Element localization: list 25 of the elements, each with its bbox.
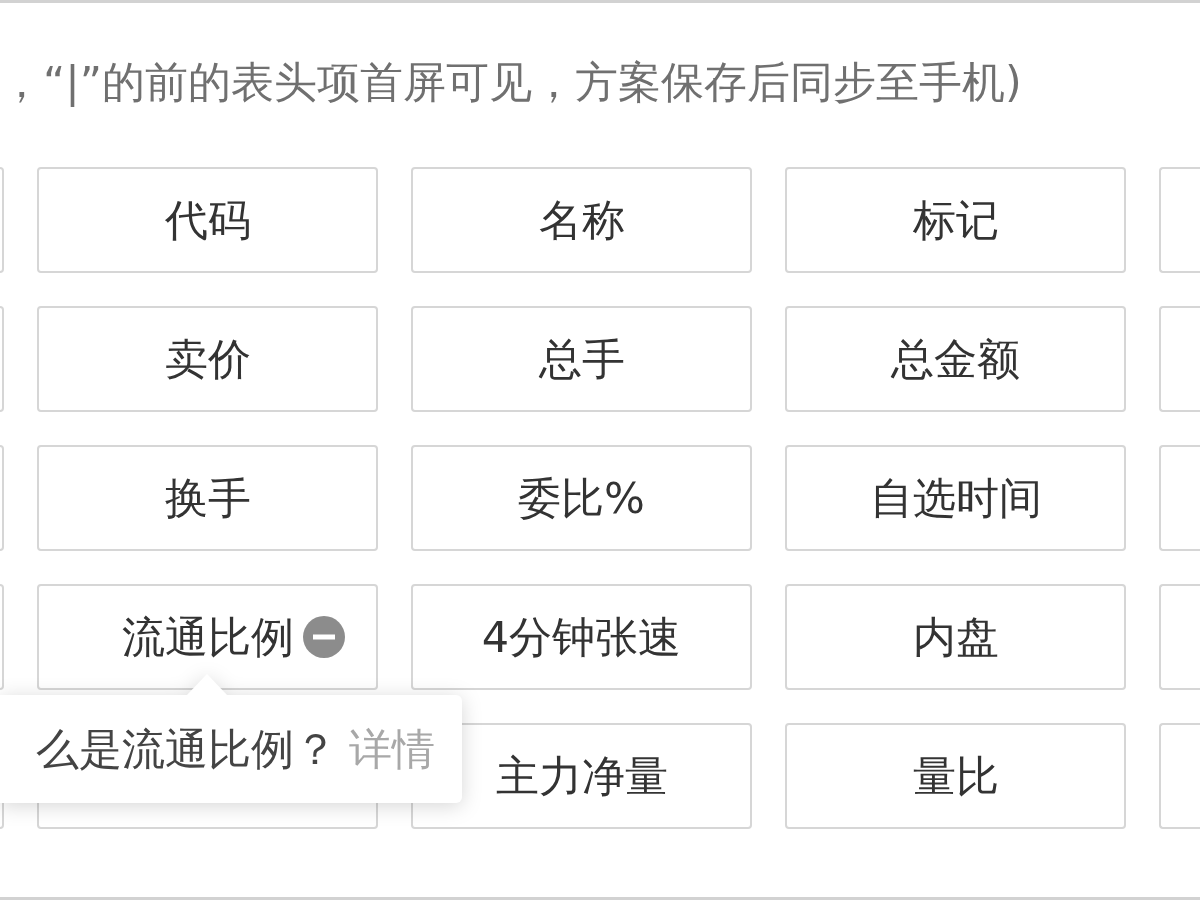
column-option[interactable]: 总手 bbox=[411, 306, 752, 412]
column-option[interactable] bbox=[1159, 723, 1200, 829]
column-option[interactable] bbox=[0, 445, 4, 551]
column-option[interactable] bbox=[1159, 584, 1200, 690]
column-option[interactable] bbox=[1159, 167, 1200, 273]
hint-text: ，“|”的前的表头项首屏可见，方案保存后同步至手机) bbox=[0, 56, 1023, 108]
column-option[interactable]: 卖价 bbox=[37, 306, 378, 412]
column-option[interactable]: 流通比例 bbox=[37, 584, 378, 690]
column-option[interactable]: 自选时间 bbox=[785, 445, 1126, 551]
tooltip-text: 么是流通比例？ bbox=[36, 723, 337, 775]
column-option[interactable]: 标记 bbox=[785, 167, 1126, 273]
column-option[interactable] bbox=[0, 584, 4, 690]
column-option[interactable] bbox=[1159, 306, 1200, 412]
column-option[interactable] bbox=[1159, 445, 1200, 551]
column-option[interactable]: 4分钟张速 bbox=[411, 584, 752, 690]
column-option[interactable]: 委比% bbox=[411, 445, 752, 551]
column-option[interactable] bbox=[0, 167, 4, 273]
column-option[interactable]: 代码 bbox=[37, 167, 378, 273]
minus-circle-icon[interactable] bbox=[302, 616, 345, 658]
column-option[interactable]: 换手 bbox=[37, 445, 378, 551]
column-option[interactable]: 名称 bbox=[411, 167, 752, 273]
column-option[interactable] bbox=[0, 306, 4, 412]
column-option[interactable]: 量比 bbox=[785, 723, 1126, 829]
column-option[interactable]: 总金额 bbox=[785, 306, 1126, 412]
column-option[interactable]: 内盘 bbox=[785, 584, 1126, 690]
